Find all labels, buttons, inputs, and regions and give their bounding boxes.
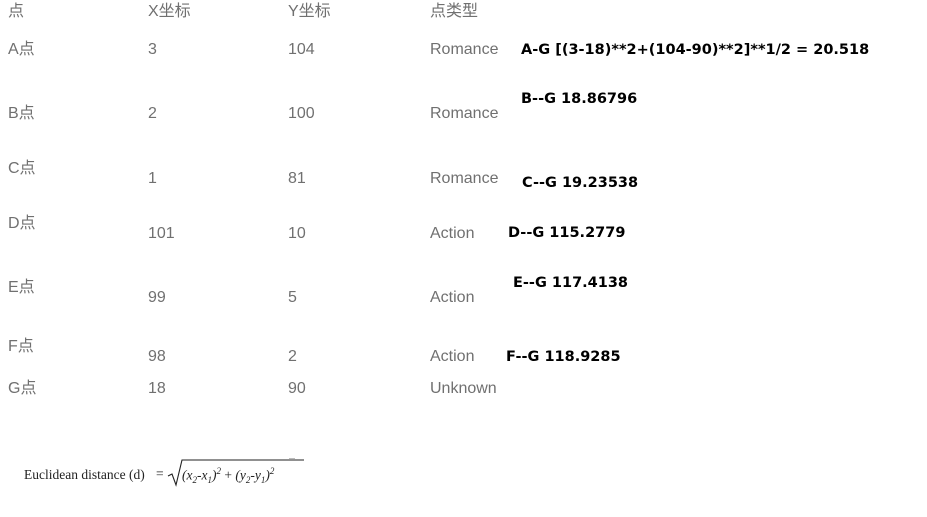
distance-b-g: B--G 18.86796 bbox=[521, 91, 638, 107]
row-b-x: 2 bbox=[148, 105, 157, 122]
row-c-y: 81 bbox=[288, 170, 306, 187]
row-a-type: Romance bbox=[430, 41, 499, 58]
distance-a-g: A-G [(3-18)**2+(104-90)**2]**1/2 = 20.51… bbox=[521, 42, 870, 58]
distance-d-g: D--G 115.2779 bbox=[508, 225, 626, 241]
row-e-x: 99 bbox=[148, 289, 166, 306]
header-point: 点 bbox=[8, 3, 25, 20]
row-a-point: A点 bbox=[8, 41, 35, 58]
header-x-coordinate: X坐标 bbox=[148, 3, 191, 20]
row-e-point: E点 bbox=[8, 279, 35, 296]
row-f-type: Action bbox=[430, 348, 475, 365]
row-c-type: Romance bbox=[430, 170, 499, 187]
header-point-type: 点类型 bbox=[430, 3, 479, 20]
row-d-y: 10 bbox=[288, 225, 306, 242]
row-a-x: 3 bbox=[148, 41, 157, 58]
distance-c-g: C--G 19.23538 bbox=[522, 175, 639, 191]
row-d-x: 101 bbox=[148, 225, 175, 242]
distance-f-g: F--G 118.9285 bbox=[506, 349, 621, 365]
row-e-type: Action bbox=[430, 289, 475, 306]
row-f-x: 98 bbox=[148, 348, 166, 365]
row-g-point: G点 bbox=[8, 380, 37, 397]
row-c-point: C点 bbox=[8, 160, 36, 177]
row-d-point: D点 bbox=[8, 215, 36, 232]
row-b-y: 100 bbox=[288, 105, 315, 122]
formula-label: Euclidean distance (d) bbox=[24, 467, 145, 482]
formula-radicand: (x2-x1)2 + (y2-y1)2 bbox=[182, 466, 275, 486]
formula-equals: = bbox=[156, 466, 164, 481]
row-f-y: 2 bbox=[288, 348, 297, 365]
header-y-coordinate: Y坐标 bbox=[288, 3, 331, 20]
row-e-y: 5 bbox=[288, 289, 297, 306]
row-f-point: F点 bbox=[8, 338, 34, 355]
row-b-point: B点 bbox=[8, 105, 35, 122]
row-g-y: 90 bbox=[288, 380, 306, 397]
row-g-type: Unknown bbox=[430, 380, 497, 397]
row-g-x: 18 bbox=[148, 380, 166, 397]
row-c-x: 1 bbox=[148, 170, 157, 187]
distance-e-g: E--G 117.4138 bbox=[513, 275, 629, 291]
row-d-type: Action bbox=[430, 225, 475, 242]
row-a-y: 104 bbox=[288, 41, 315, 58]
row-b-type: Romance bbox=[430, 105, 499, 122]
